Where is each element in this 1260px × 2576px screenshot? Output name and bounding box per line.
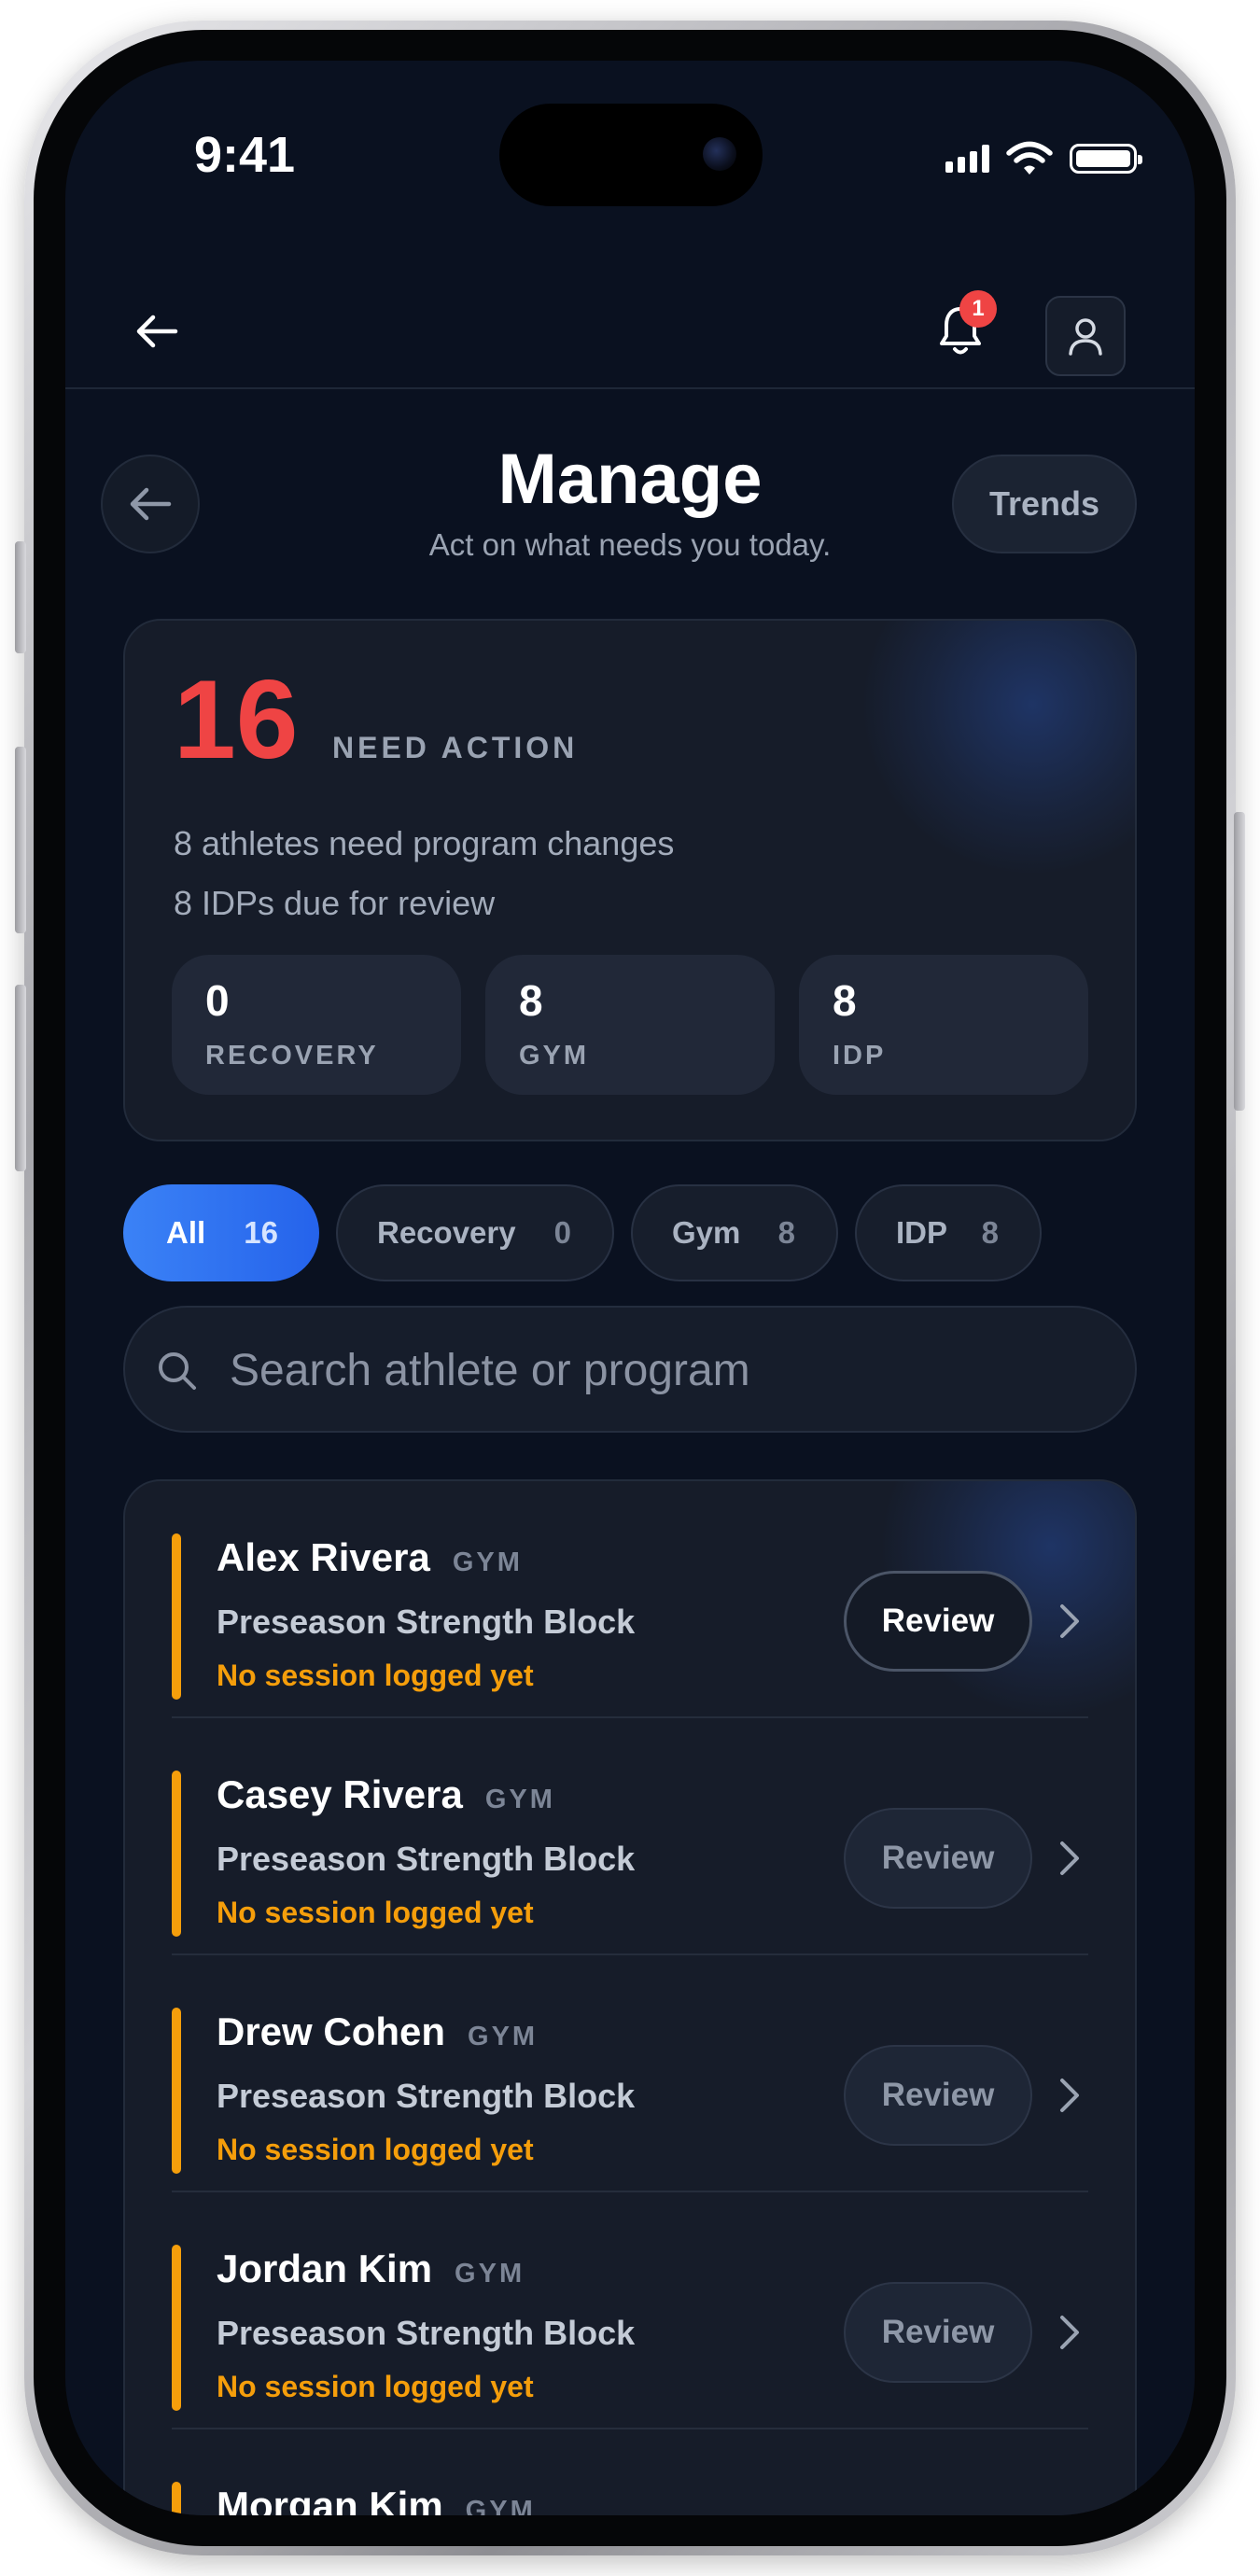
athlete-tag: GYM <box>465 2496 536 2515</box>
battery-icon <box>1070 144 1142 174</box>
chevron-right-icon[interactable] <box>1051 1599 1088 1644</box>
card-glow <box>864 621 1135 873</box>
chip-label: All <box>166 1215 206 1250</box>
athlete-program: Preseason Strength Block <box>217 2077 636 2115</box>
athlete-list: Alex Rivera GYM Preseason Strength Block … <box>123 1479 1137 2515</box>
athlete-name: Jordan Kim <box>217 2247 433 2290</box>
priority-bar <box>172 2482 181 2515</box>
dynamic-island <box>499 104 763 206</box>
filter-chip-gym[interactable]: Gym 8 <box>631 1184 838 1281</box>
review-button[interactable]: Review <box>844 1808 1032 1909</box>
chevron-right-icon[interactable] <box>1051 2310 1088 2355</box>
trends-button[interactable]: Trends <box>952 455 1137 553</box>
profile-button[interactable] <box>1045 296 1126 376</box>
athlete-status: No session logged yet <box>217 1659 534 1692</box>
chip-label: IDP <box>896 1215 948 1250</box>
search-bar <box>123 1306 1137 1433</box>
stat-gym: 8 GYM <box>485 955 775 1095</box>
athlete-name: Casey Rivera <box>217 1772 463 1816</box>
athlete-program: Preseason Strength Block <box>217 2314 636 2352</box>
review-button[interactable]: Review <box>844 2045 1032 2146</box>
stat-value: 8 <box>519 976 543 1025</box>
chevron-right-icon[interactable] <box>1051 1836 1088 1881</box>
notification-badge: 1 <box>959 290 997 328</box>
review-button[interactable]: Review <box>844 1571 1032 1672</box>
athlete-name-line: Morgan Kim GYM <box>217 2484 536 2515</box>
athlete-name-line: Drew Cohen GYM <box>217 2009 538 2054</box>
athlete-status: No session logged yet <box>217 2370 534 2403</box>
athlete-row[interactable]: Alex Rivera GYM Preseason Strength Block … <box>125 1481 1135 1718</box>
phone-side-button <box>1234 812 1245 1111</box>
stat-recovery: 0 RECOVERY <box>172 955 461 1095</box>
chip-count: 8 <box>777 1215 795 1250</box>
chip-label: Gym <box>672 1215 741 1250</box>
stat-label: RECOVERY <box>205 1041 379 1071</box>
stat-label: IDP <box>833 1041 887 1071</box>
summary-card: 16 NEED ACTION 8 athletes need program c… <box>123 619 1137 1141</box>
signal-icon <box>945 145 989 173</box>
athlete-name: Drew Cohen <box>217 2009 446 2053</box>
chip-count: 0 <box>553 1215 571 1250</box>
search-icon <box>155 1349 200 1393</box>
athlete-status: No session logged yet <box>217 2133 534 2166</box>
status-time: 9:41 <box>194 127 296 183</box>
search-input[interactable] <box>228 1308 1071 1433</box>
nav-back-button[interactable] <box>119 294 194 369</box>
back-arrow-icon <box>136 315 178 348</box>
stat-idp: 8 IDP <box>799 955 1088 1095</box>
athlete-row[interactable]: Drew Cohen GYM Preseason Strength Block N… <box>125 1955 1135 2192</box>
chevron-right-icon[interactable] <box>1051 2073 1088 2118</box>
athlete-row[interactable]: Jordan Kim GYM Preseason Strength Block N… <box>125 2192 1135 2429</box>
phone-side-button <box>15 985 26 1171</box>
priority-bar <box>172 1771 181 1937</box>
athlete-tag: GYM <box>468 2022 539 2051</box>
stat-value: 8 <box>833 976 857 1025</box>
status-bar: 9:41 <box>65 61 1195 229</box>
stat-value: 0 <box>205 976 230 1025</box>
athlete-name: Alex Rivera <box>217 1535 430 1579</box>
review-button[interactable]: Review <box>844 2282 1032 2383</box>
priority-bar <box>172 1533 181 1700</box>
chip-count: 8 <box>981 1215 999 1250</box>
athlete-program: Preseason Strength Block <box>217 1603 636 1641</box>
priority-bar <box>172 2245 181 2411</box>
summary-idp-line: 8 IDPs due for review <box>174 884 496 922</box>
athlete-tag: GYM <box>484 1785 555 1814</box>
phone-side-button <box>15 541 26 653</box>
chip-count: 16 <box>244 1215 278 1250</box>
athlete-status: No session logged yet <box>217 1896 534 1929</box>
athlete-tag: GYM <box>452 1547 523 1577</box>
athlete-name-line: Jordan Kim GYM <box>217 2247 525 2291</box>
notifications-button[interactable]: 1 <box>922 290 999 369</box>
athlete-row[interactable]: Morgan Kim GYM <box>125 2429 1135 2515</box>
phone-side-button <box>15 747 26 933</box>
app-screen: 9:41 1 Manage Act on what needs you toda… <box>65 61 1195 2515</box>
user-icon <box>1069 318 1102 356</box>
summary-programs-line: 8 athletes need program changes <box>174 824 675 862</box>
athlete-row[interactable]: Casey Rivera GYM Preseason Strength Block… <box>125 1718 1135 1955</box>
status-icons <box>945 141 1142 176</box>
athlete-name-line: Alex Rivera GYM <box>217 1535 523 1580</box>
chip-label: Recovery <box>377 1215 516 1250</box>
wifi-icon <box>1006 141 1053 175</box>
filter-chip-idp[interactable]: IDP 8 <box>855 1184 1042 1281</box>
athlete-tag: GYM <box>455 2259 525 2289</box>
camera-icon <box>703 137 736 171</box>
athlete-program: Preseason Strength Block <box>217 1840 636 1878</box>
stat-label: GYM <box>519 1041 590 1071</box>
filter-chip-recovery[interactable]: Recovery 0 <box>336 1184 614 1281</box>
filter-chip-all[interactable]: All 16 <box>123 1184 319 1281</box>
need-action-label: NEED ACTION <box>332 731 579 764</box>
top-nav: 1 <box>65 275 1195 389</box>
need-action-count: 16 <box>174 657 299 782</box>
athlete-name-line: Casey Rivera GYM <box>217 1772 555 1817</box>
athlete-name: Morgan Kim <box>217 2484 443 2515</box>
priority-bar <box>172 2008 181 2174</box>
